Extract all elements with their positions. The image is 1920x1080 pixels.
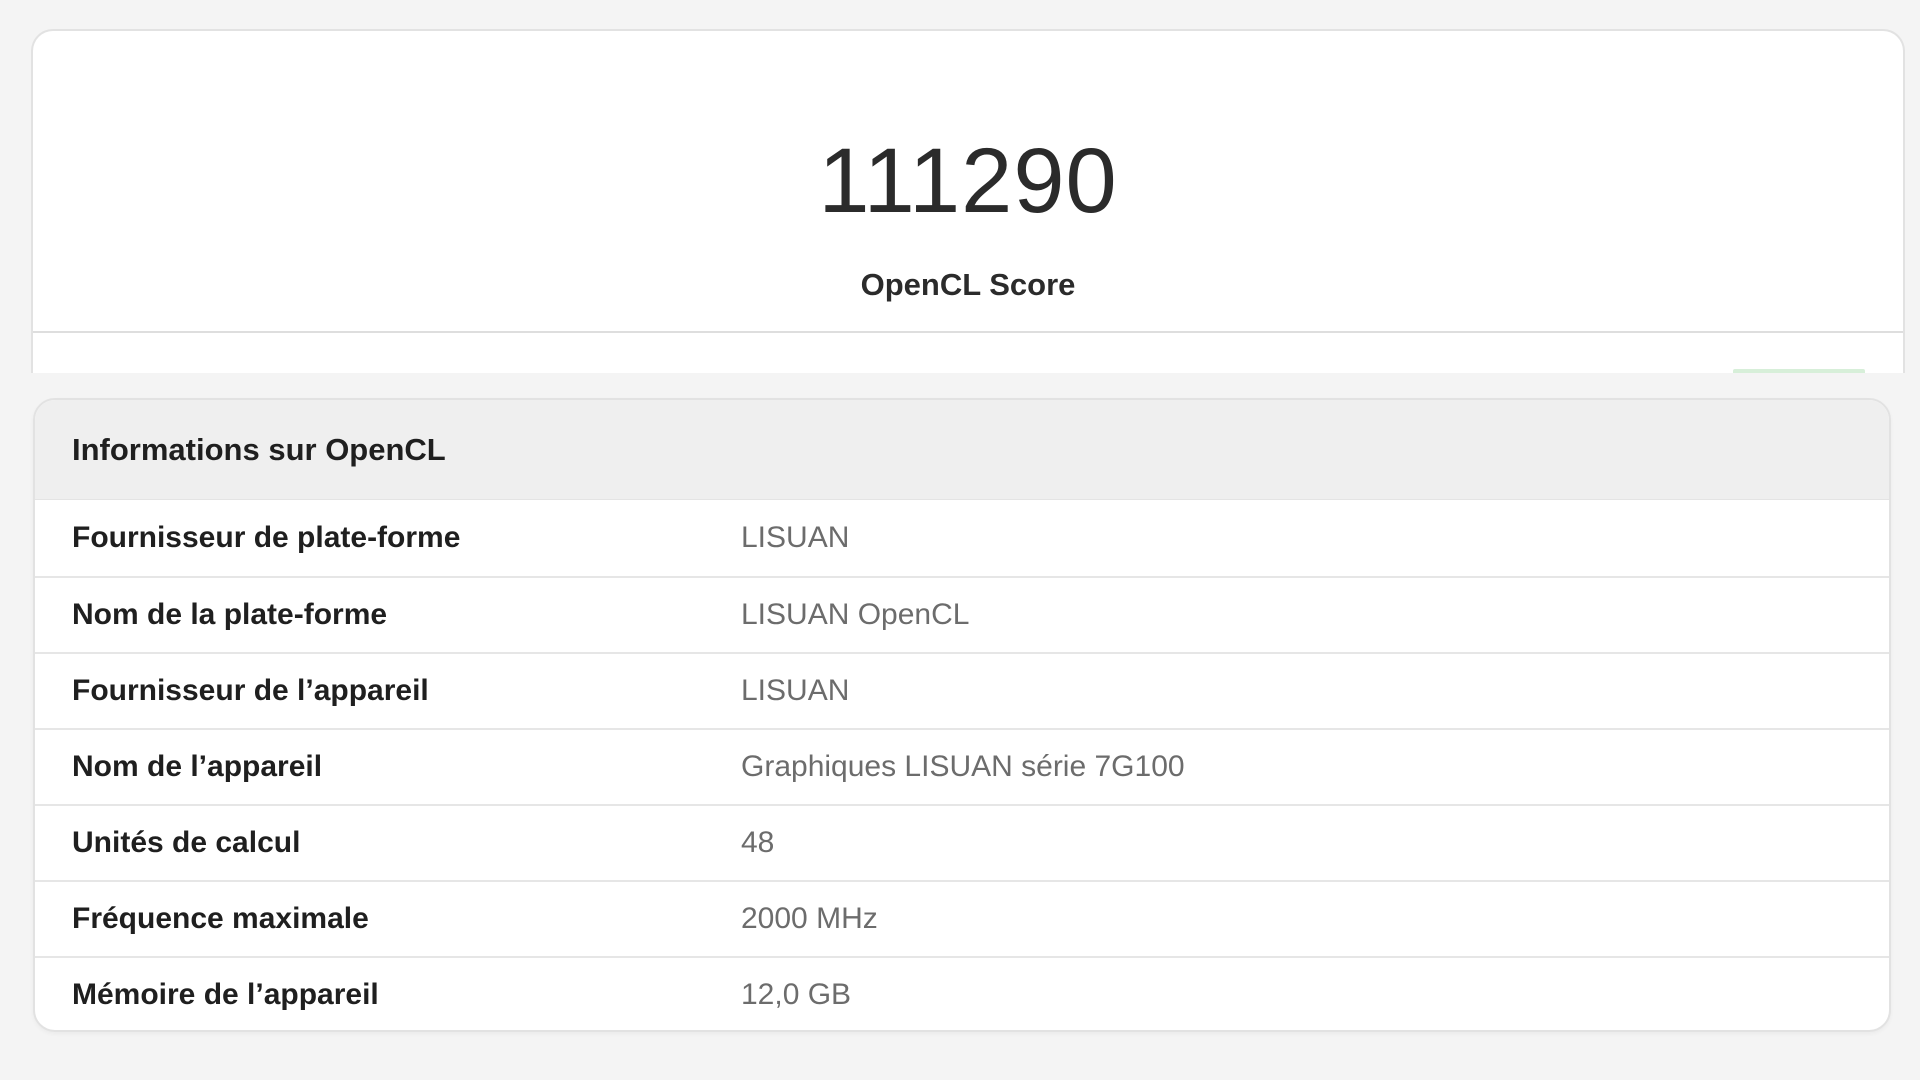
- row-value: LISUAN OpenCL: [741, 598, 970, 631]
- info-title: Informations sur OpenCL: [72, 431, 446, 467]
- info-header: Informations sur OpenCL: [35, 400, 1889, 500]
- row-label: Fournisseur de plate-forme: [72, 521, 461, 554]
- score-divider: [33, 331, 1903, 333]
- row-label: Unités de calcul: [72, 826, 301, 859]
- opencl-score-label: OpenCL Score: [860, 267, 1076, 302]
- info-row-device-name: Nom de l’appareil Graphiques LISUAN séri…: [35, 728, 1889, 804]
- row-value: LISUAN: [741, 521, 850, 554]
- row-label: Fréquence maximale: [72, 902, 369, 935]
- info-row-device-memory: Mémoire de l’appareil 12,0 GB: [35, 956, 1889, 1030]
- row-label: Nom de l’appareil: [72, 750, 323, 783]
- info-row-platform-vendor: Fournisseur de plate-forme LISUAN: [35, 500, 1889, 576]
- row-value: LISUAN: [741, 674, 850, 707]
- row-value: 2000 MHz: [741, 902, 878, 935]
- opencl-info-card: Informations sur OpenCL Fournisseur de p…: [33, 398, 1891, 1032]
- info-row-max-frequency: Fréquence maximale 2000 MHz: [35, 880, 1889, 956]
- row-value: Graphiques LISUAN série 7G100: [741, 750, 1185, 783]
- row-label: Nom de la plate-forme: [72, 598, 388, 631]
- info-row-device-vendor: Fournisseur de l’appareil LISUAN: [35, 652, 1889, 728]
- score-card: 111290 OpenCL Score: [31, 29, 1905, 373]
- info-row-compute-units: Unités de calcul 48: [35, 804, 1889, 880]
- info-row-platform-name: Nom de la plate-forme LISUAN OpenCL: [35, 576, 1889, 652]
- row-value: 12,0 GB: [741, 978, 852, 1011]
- row-label: Fournisseur de l’appareil: [72, 674, 429, 707]
- row-value: 48: [741, 826, 775, 859]
- row-label: Mémoire de l’appareil: [72, 978, 379, 1011]
- opencl-score-value: 111290: [818, 130, 1118, 232]
- score-tab-indicator: [1733, 369, 1865, 373]
- info-table: Fournisseur de plate-forme LISUAN Nom de…: [35, 500, 1889, 1030]
